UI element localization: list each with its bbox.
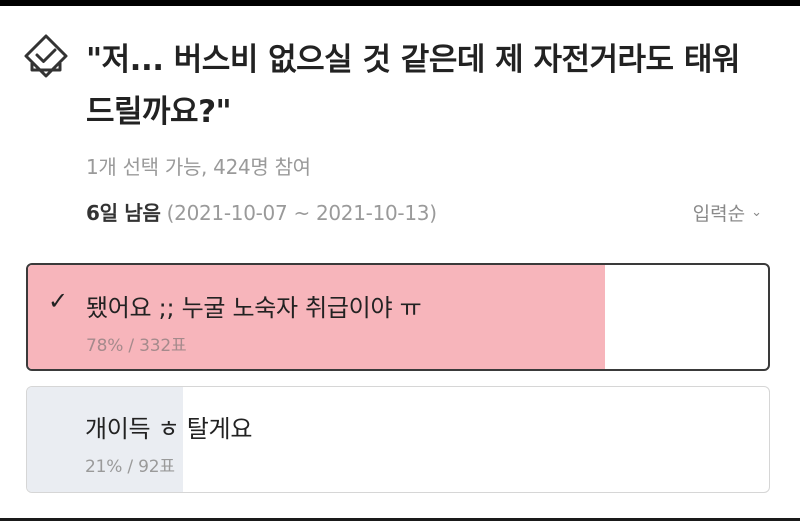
deadline-range: (2021-10-07 ~ 2021-10-13) <box>160 201 437 225</box>
check-icon: ✓ <box>48 287 69 315</box>
poll-option-1[interactable]: ✓ 됐어요 ;; 누굴 노숙자 취급이야 ㅠ 78% / 332표 <box>26 263 770 371</box>
option-1-label: 됐어요 ;; 누굴 노숙자 취급이야 ㅠ <box>86 294 422 322</box>
option-1-stat: 78% / 332표 <box>86 336 187 356</box>
vote-check-icon <box>24 34 68 78</box>
poll-option-2[interactable]: 개이득 ㅎ 탈게요 21% / 92표 <box>26 386 770 493</box>
chevron-down-icon: ⌄ <box>751 205 762 220</box>
option-2-stat: 21% / 92표 <box>85 457 175 477</box>
poll-question: "저... 버스비 없으실 것 같은데 제 자전거라도 태워 드릴까요?" <box>86 42 740 130</box>
sort-dropdown[interactable]: 입력순 ⌄ <box>693 199 762 226</box>
option-2-label: 개이득 ㅎ 탈게요 <box>85 415 253 443</box>
top-edge <box>0 0 800 6</box>
deadline-remaining: 6일 남음 <box>86 201 161 225</box>
poll-deadline: 6일 남음 (2021-10-07 ~ 2021-10-13) <box>86 197 437 226</box>
poll-meta: 1개 선택 가능, 424명 참여 <box>86 155 311 179</box>
sort-label: 입력순 <box>692 203 746 225</box>
